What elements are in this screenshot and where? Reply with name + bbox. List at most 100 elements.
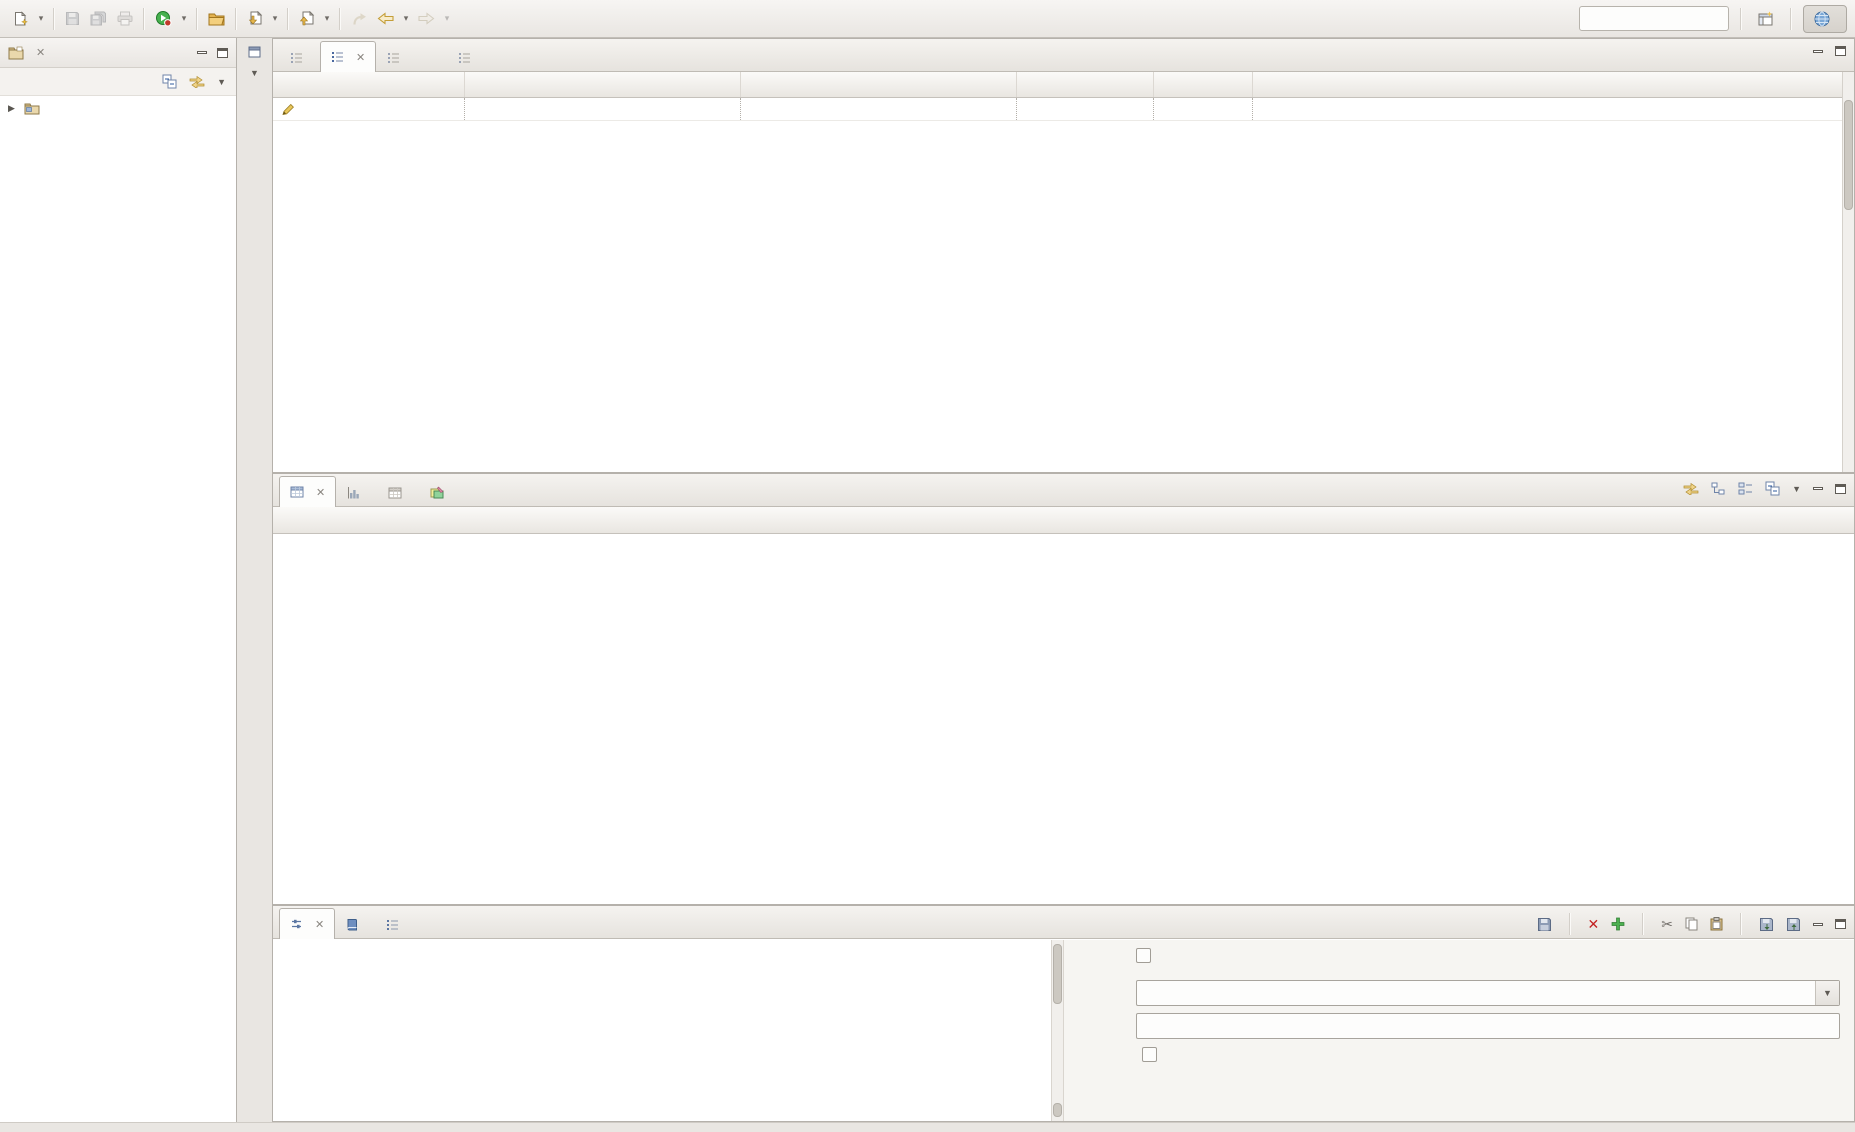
maximize-icon[interactable] — [217, 48, 228, 58]
copy-icon[interactable] — [1685, 917, 1698, 931]
scrollbar-thumb[interactable] — [1053, 944, 1062, 1004]
import-dropdown[interactable]: ▾ — [268, 6, 282, 32]
packet-table-header — [273, 72, 1844, 98]
back-dropdown[interactable]: ▾ — [399, 6, 413, 32]
toolbar-separator — [1740, 913, 1742, 935]
histogram-icon — [347, 487, 360, 499]
link-with-editor-icon[interactable] — [1683, 482, 1699, 495]
packet-table-scrollbar[interactable] — [1842, 72, 1854, 472]
tab-statistics[interactable] — [377, 478, 419, 506]
filter-cell-source[interactable] — [465, 98, 741, 120]
column-header-timestamp[interactable] — [273, 72, 465, 97]
save-all-button[interactable] — [85, 6, 112, 32]
add-filter-icon[interactable] — [1611, 917, 1625, 931]
import-icon — [247, 11, 263, 26]
maximize-icon[interactable] — [1835, 484, 1846, 494]
export-button[interactable] — [294, 6, 320, 32]
restore-view-icon[interactable] — [248, 46, 261, 58]
forward-button[interactable] — [413, 6, 440, 32]
scrollbar-thumb[interactable] — [1844, 100, 1853, 210]
forward-dropdown[interactable]: ▾ — [440, 6, 454, 32]
last-edit-location-button[interactable] — [346, 6, 372, 32]
toolbar-separator — [53, 8, 55, 30]
toolbar-separator — [1740, 8, 1742, 30]
minimize-icon[interactable] — [1813, 487, 1823, 490]
close-icon[interactable]: ✕ — [315, 918, 324, 931]
view-menu-icon[interactable]: ▼ — [217, 77, 226, 87]
export-filters-icon[interactable] — [1786, 917, 1801, 932]
new-wizard-dropdown[interactable]: ▾ — [34, 6, 48, 32]
column-header-destination[interactable] — [741, 72, 1017, 97]
filter-cell-reference[interactable] — [1017, 98, 1154, 120]
ignore-case-checkbox[interactable] — [1142, 1047, 1157, 1062]
paste-icon[interactable] — [1710, 917, 1723, 931]
project-explorer-icon — [8, 46, 24, 60]
column-header-source[interactable] — [465, 72, 741, 97]
filter-cell-destination[interactable] — [741, 98, 1017, 120]
run-dropdown[interactable]: ▾ — [177, 6, 191, 32]
print-button[interactable] — [112, 6, 138, 32]
run-button[interactable] — [150, 6, 177, 32]
cut-icon[interactable]: ✂ — [1661, 916, 1673, 933]
not-checkbox[interactable] — [1136, 948, 1151, 963]
filter-cell-protocol[interactable] — [1154, 98, 1253, 120]
save-filter-icon[interactable] — [1537, 917, 1552, 932]
field-combo[interactable]: ▼ — [1136, 980, 1840, 1006]
minimize-icon[interactable] — [1813, 50, 1823, 53]
collapse-all-icon[interactable] — [1765, 481, 1780, 496]
collapse-all-icon[interactable] — [162, 74, 177, 89]
tab-filters[interactable]: ✕ — [279, 908, 335, 939]
flat-mode-icon[interactable] — [1738, 482, 1753, 495]
editor-tab-mostlytcp[interactable] — [279, 43, 320, 71]
tab-properties[interactable]: ✕ — [279, 476, 336, 507]
colors-icon — [430, 486, 444, 499]
strip-menu-icon[interactable]: ▼ — [237, 68, 272, 78]
toolbar-separator — [1790, 8, 1792, 30]
minimize-icon[interactable] — [197, 51, 207, 54]
perspective-network-tracing-button[interactable] — [1803, 5, 1847, 33]
column-header-protocol[interactable] — [1154, 72, 1253, 97]
filter-cell-content[interactable] — [1253, 98, 1844, 120]
tab-bookmarks[interactable] — [335, 910, 375, 938]
editor-tab-benchmarktrace[interactable] — [447, 43, 488, 71]
close-icon[interactable]: ✕ — [36, 46, 45, 59]
view-menu-icon[interactable]: ▼ — [1792, 484, 1801, 494]
tree-item-pcap[interactable]: ▶ — [0, 96, 236, 119]
trace-file-icon — [331, 51, 344, 63]
chevron-down-icon[interactable]: ▼ — [1815, 981, 1839, 1005]
link-with-editor-icon[interactable] — [189, 75, 205, 88]
trace-file-icon — [290, 52, 303, 64]
expand-arrow-icon[interactable]: ▶ — [8, 103, 18, 114]
tab-colors[interactable] — [419, 478, 461, 506]
scrollbar-button[interactable] — [1053, 1103, 1062, 1117]
packet-filter-row — [273, 98, 1844, 121]
close-icon[interactable]: ✕ — [356, 51, 365, 64]
export-dropdown[interactable]: ▾ — [320, 6, 334, 32]
new-wizard-button[interactable] — [8, 6, 34, 32]
delete-filter-icon[interactable]: ✕ — [1588, 916, 1600, 933]
undo-arrow-icon — [351, 12, 367, 26]
editor-tab-telnet-raw[interactable] — [376, 43, 417, 71]
tab-histogram[interactable] — [336, 478, 377, 506]
editor-tab-mostlyudp[interactable]: ✕ — [320, 41, 376, 72]
maximize-icon[interactable] — [1835, 46, 1846, 56]
save-button[interactable] — [60, 6, 85, 32]
filter-cell-timestamp[interactable] — [273, 98, 465, 120]
filter-tree-scrollbar[interactable] — [1051, 940, 1064, 1121]
minimize-icon[interactable] — [1813, 923, 1823, 926]
open-perspective-button[interactable] — [1753, 6, 1779, 32]
value-input[interactable] — [1136, 1013, 1840, 1039]
tab-stream-list[interactable] — [375, 910, 416, 938]
column-header-content[interactable] — [1253, 72, 1844, 97]
properties-icon — [290, 486, 304, 498]
tree-mode-icon[interactable] — [1711, 482, 1726, 495]
back-button[interactable] — [372, 6, 399, 32]
search-pencil-icon — [281, 102, 295, 116]
import-button[interactable] — [242, 6, 268, 32]
maximize-icon[interactable] — [1835, 919, 1846, 929]
open-trace-button[interactable] — [203, 6, 230, 32]
close-icon[interactable]: ✕ — [316, 486, 325, 499]
column-header-reference[interactable] — [1017, 72, 1154, 97]
import-filters-icon[interactable] — [1759, 917, 1774, 932]
quick-access-input[interactable] — [1579, 6, 1729, 31]
